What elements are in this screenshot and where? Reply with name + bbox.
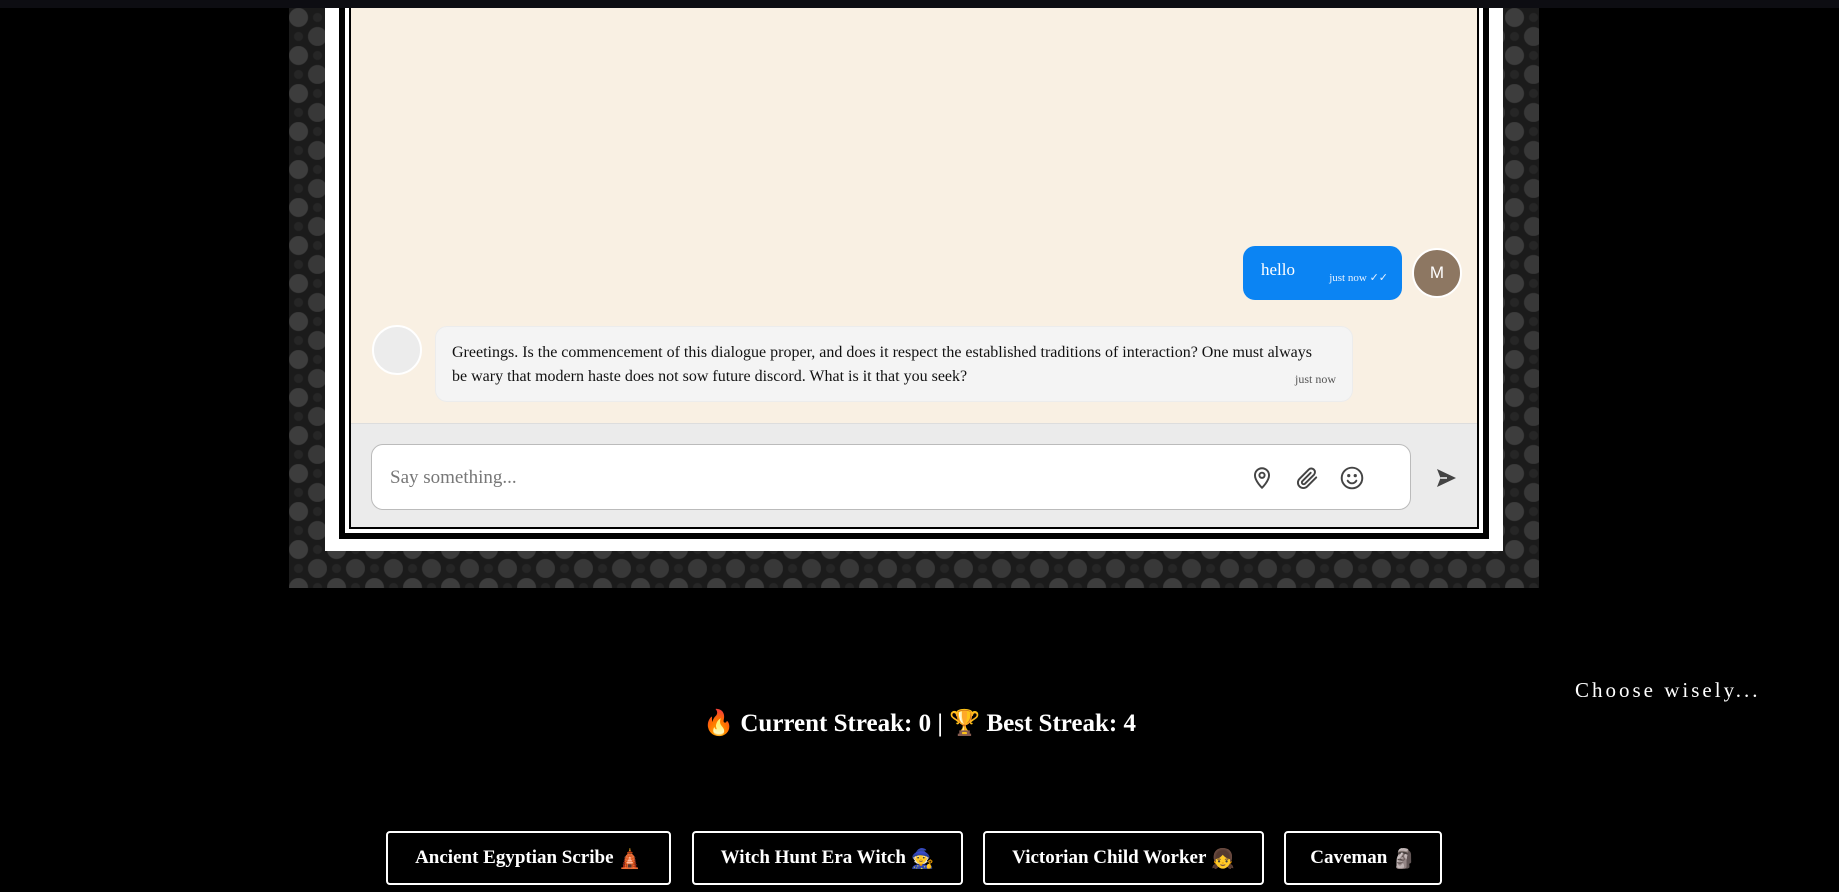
bot-avatar: [372, 325, 422, 375]
temple-icon: 🛕: [618, 847, 642, 870]
composer-bar: [351, 423, 1477, 527]
choice-buttons: Ancient Egyptian Scribe 🛕 Witch Hunt Era…: [0, 831, 1839, 886]
bot-message-bubble: Greetings. Is the commencement of this d…: [435, 326, 1353, 402]
message-list[interactable]: hello just now ✓✓ M Greetings. Is the co…: [351, 8, 1477, 423]
user-message-time: just now: [1329, 272, 1367, 284]
choice-label: Victorian Child Worker: [1012, 847, 1207, 868]
witch-icon: 🧙: [910, 847, 935, 870]
send-icon[interactable]: [1432, 464, 1460, 492]
top-strip: [0, 0, 1839, 8]
streak-bar: 🔥 Current Streak: 0 | 🏆 Best Streak: 4: [0, 708, 1839, 738]
best-streak: Best Streak: 4: [986, 710, 1137, 737]
child-icon: 👧: [1211, 847, 1235, 870]
choice-victorian-child[interactable]: Victorian Child Worker 👧: [983, 831, 1264, 885]
choice-witch[interactable]: Witch Hunt Era Witch 🧙: [692, 831, 963, 885]
trophy-icon: 🏆: [949, 708, 981, 737]
caveman-icon: 🗿: [1392, 847, 1416, 870]
user-message-meta: just now ✓✓: [1329, 271, 1388, 284]
choice-label: Witch Hunt Era Witch: [720, 847, 906, 868]
bot-message-time: just now: [1294, 372, 1336, 386]
user-message-bubble: hello just now ✓✓: [1243, 246, 1402, 300]
current-streak: Current Streak: 0 |: [740, 710, 943, 737]
frame-mat: hello just now ✓✓ M Greetings. Is the co…: [325, 8, 1503, 551]
user-message-text: hello: [1261, 260, 1295, 279]
user-avatar: M: [1412, 248, 1462, 298]
choice-caveman[interactable]: Caveman 🗿: [1284, 831, 1442, 885]
choice-egyptian-scribe[interactable]: Ancient Egyptian Scribe 🛕: [386, 831, 671, 885]
tagline: Choose wisely...: [1575, 678, 1761, 702]
choice-label: Caveman: [1310, 847, 1388, 868]
user-avatar-initial: M: [1429, 263, 1445, 282]
frame-border: hello just now ✓✓ M Greetings. Is the co…: [339, 8, 1489, 539]
message-input-box: [371, 444, 1411, 510]
bot-message-text: Greetings. Is the commencement of this d…: [452, 344, 1312, 385]
chat-window: hello just now ✓✓ M Greetings. Is the co…: [349, 8, 1479, 529]
location-pin-icon[interactable]: [1248, 464, 1276, 492]
fire-icon: 🔥: [702, 708, 735, 737]
read-receipt-icon: ✓✓: [1369, 272, 1388, 284]
damask-frame: hello just now ✓✓ M Greetings. Is the co…: [289, 8, 1539, 588]
smiley-icon[interactable]: [1338, 464, 1366, 492]
message-input[interactable]: [390, 464, 1250, 492]
paperclip-icon[interactable]: [1293, 464, 1321, 492]
choice-label: Ancient Egyptian Scribe: [415, 847, 614, 868]
